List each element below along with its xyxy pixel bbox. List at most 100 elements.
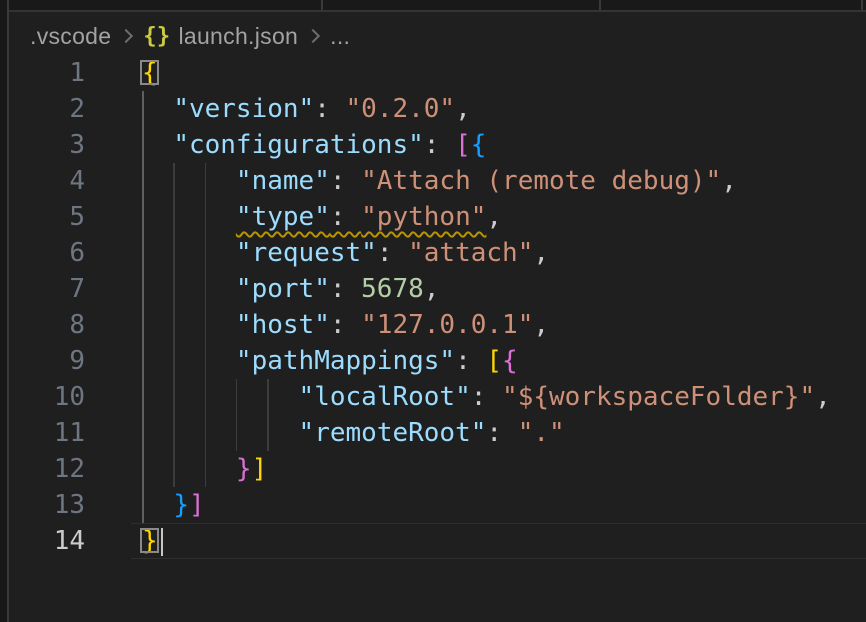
indent-guide [205, 451, 207, 487]
indent-guide [142, 343, 144, 379]
indent-guide [142, 91, 144, 127]
code-text[interactable]: "remoteRoot": "." [142, 415, 866, 451]
matched-bracket: } [142, 526, 158, 556]
code-line: 2 "version": "0.2.0", [9, 91, 866, 127]
indent-guide [142, 415, 144, 451]
code-segment: "python" [361, 202, 486, 232]
code-segment: "configurations" [173, 130, 423, 160]
line-number[interactable]: 10 [9, 379, 85, 415]
code-segment: "host" [236, 310, 330, 340]
code-segment [142, 346, 236, 376]
code-segment: "localRoot" [299, 382, 471, 412]
indent-guide [142, 235, 144, 271]
code-segment: "version" [173, 94, 314, 124]
line-number[interactable]: 4 [9, 163, 85, 199]
indent-guide [267, 379, 269, 415]
warning-squiggle: "type": "python" [236, 202, 486, 232]
code-line: 10 "localRoot": "${workspaceFolder}", [9, 379, 866, 415]
code-segment [142, 238, 236, 268]
chevron-right-icon [119, 29, 133, 43]
code-segment: : [330, 310, 361, 340]
code-segment [142, 202, 236, 232]
code-text[interactable]: { [142, 55, 866, 91]
line-number[interactable]: 13 [9, 487, 85, 523]
code-line: 9 "pathMappings": [{ [9, 343, 866, 379]
tab-bar[interactable] [9, 0, 866, 10]
code-text[interactable]: } [142, 523, 866, 559]
code-segment: [ [455, 130, 471, 160]
indent-guide [205, 163, 207, 199]
line-number[interactable]: 8 [9, 307, 85, 343]
line-number[interactable]: 3 [9, 127, 85, 163]
code-segment: ] [252, 454, 268, 484]
code-line: 12 }] [9, 451, 866, 487]
code-line: 13 }] [9, 487, 866, 523]
code-segment: "." [518, 418, 565, 448]
indent-guide [173, 451, 175, 487]
tab-divider [599, 0, 601, 10]
editor[interactable]: 1{2 "version": "0.2.0",3 "configurations… [9, 55, 866, 559]
chevron-right-icon [306, 29, 320, 43]
code-segment: ] [189, 490, 205, 520]
code-text[interactable]: "request": "attach", [142, 235, 866, 271]
json-file-icon: {} [143, 24, 170, 49]
indent-guide [173, 379, 175, 415]
code-segment: "pathMappings" [236, 346, 455, 376]
indent-guide [173, 415, 175, 451]
code-text[interactable]: "localRoot": "${workspaceFolder}", [142, 379, 866, 415]
code-text[interactable]: "version": "0.2.0", [142, 91, 866, 127]
code-segment [142, 310, 236, 340]
code-segment: "name" [236, 166, 330, 196]
indent-guide [142, 451, 144, 487]
code-text[interactable]: "type": "python", [142, 199, 866, 235]
line-number[interactable]: 5 [9, 199, 85, 235]
indent-guide [142, 163, 144, 199]
line-number[interactable]: 11 [9, 415, 85, 451]
code-text[interactable]: "configurations": [{ [142, 127, 866, 163]
code-segment: "remoteRoot" [299, 418, 487, 448]
code-segment: , [533, 310, 549, 340]
indent-guide [173, 271, 175, 307]
code-segment [142, 418, 299, 448]
line-number[interactable]: 2 [9, 91, 85, 127]
code-segment: 5678 [361, 274, 424, 304]
code-text[interactable]: "port": 5678, [142, 271, 866, 307]
code-line: 3 "configurations": [{ [9, 127, 866, 163]
code-segment: "port" [236, 274, 330, 304]
breadcrumb-overflow[interactable]: ... [330, 23, 350, 50]
breadcrumb-folder[interactable]: .vscode [30, 23, 111, 50]
code-text[interactable]: }] [142, 451, 866, 487]
code-segment: "127.0.0.1" [361, 310, 533, 340]
line-number[interactable]: 1 [9, 55, 85, 91]
line-number[interactable]: 12 [9, 451, 85, 487]
line-number[interactable]: 7 [9, 271, 85, 307]
code-segment: } [236, 454, 252, 484]
tab-divider [861, 0, 863, 10]
indent-guide [205, 343, 207, 379]
code-text[interactable]: }] [142, 487, 866, 523]
breadcrumb-file[interactable]: launch.json [178, 23, 298, 50]
code-segment: : [330, 274, 361, 304]
line-number[interactable]: 9 [9, 343, 85, 379]
code-segment [142, 130, 173, 160]
code-segment: { [502, 346, 518, 376]
code-segment [142, 454, 236, 484]
code-segment: "request" [236, 238, 377, 268]
code-segment: "0.2.0" [346, 94, 456, 124]
code-line: 14} [9, 523, 866, 559]
code-segment: } [173, 490, 189, 520]
code-segment: "type" [236, 202, 330, 232]
indent-guide [205, 415, 207, 451]
code-segment: : [424, 130, 455, 160]
code-segment: [ [486, 346, 502, 376]
code-segment [142, 274, 236, 304]
code-text[interactable]: "host": "127.0.0.1", [142, 307, 866, 343]
code-segment: : [330, 202, 361, 232]
code-text[interactable]: "pathMappings": [{ [142, 343, 866, 379]
code-text[interactable]: "name": "Attach (remote debug)", [142, 163, 866, 199]
code-segment: : [330, 166, 361, 196]
code-line: 8 "host": "127.0.0.1", [9, 307, 866, 343]
tab-bar-border [9, 10, 866, 12]
line-number[interactable]: 6 [9, 235, 85, 271]
line-number[interactable]: 14 [9, 523, 85, 559]
